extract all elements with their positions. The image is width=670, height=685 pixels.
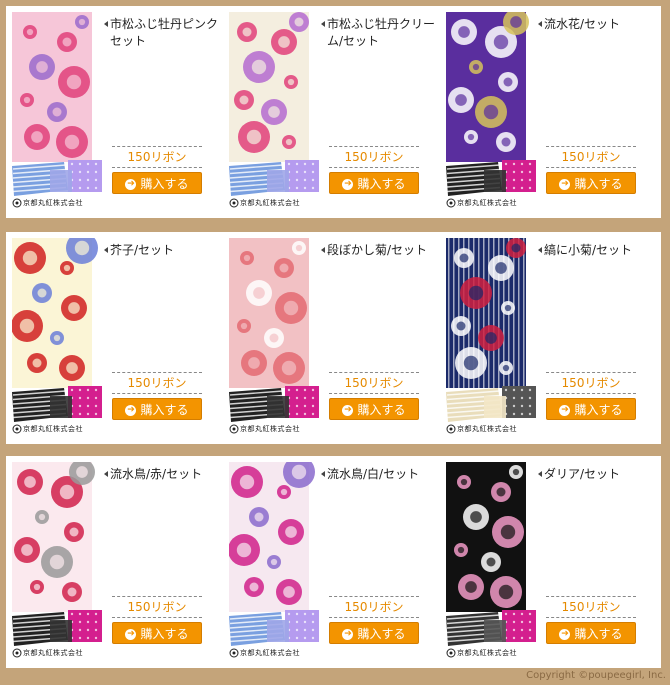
product-title[interactable]: 流水鳥/赤/セット [104, 466, 220, 483]
product-card: 京都丸紅株式会社 市松ふじ牡丹ピンクセット 150リボン ➔ 購入する [6, 6, 222, 218]
product-card: 京都丸紅株式会社 ダリア/セット 150リボン ➔ 購入する [440, 456, 656, 668]
brand-logo: 京都丸紅株式会社 [240, 649, 300, 657]
brand-logo: 京都丸紅株式会社 [240, 199, 300, 207]
buy-button[interactable]: ➔ 購入する [112, 172, 202, 194]
arrow-left-icon [321, 247, 325, 253]
brand-logo: 京都丸紅株式会社 [457, 199, 517, 207]
arrow-left-icon [104, 471, 108, 477]
arrow-right-icon: ➔ [125, 629, 137, 640]
product-title-text: ダリア/セット [544, 467, 621, 481]
product-card: 京都丸紅株式会社 流水鳥/赤/セット 150リボン ➔ 購入する [6, 456, 222, 668]
copyright-text: Copyright ©poupeegirl, Inc. [526, 670, 666, 681]
product-swatch-image[interactable]: 京都丸紅株式会社 [12, 238, 106, 434]
product-title-text: 市松ふじ牡丹クリーム/セット [327, 17, 436, 48]
product-title[interactable]: ダリア/セット [538, 466, 654, 483]
arrow-left-icon [104, 247, 108, 253]
product-swatch-image[interactable]: 京都丸紅株式会社 [229, 12, 323, 208]
arrow-right-icon: ➔ [559, 405, 571, 416]
buy-button[interactable]: ➔ 購入する [546, 172, 636, 194]
arrow-left-icon [321, 21, 325, 27]
product-swatch-image[interactable]: 京都丸紅株式会社 [229, 238, 323, 434]
arrow-right-icon: ➔ [342, 405, 354, 416]
product-title-text: 流水花/セット [544, 17, 621, 31]
product-card: 京都丸紅株式会社 流水花/セット 150リボン ➔ 購入する [440, 6, 656, 218]
product-row: 京都丸紅株式会社 芥子/セット 150リボン ➔ 購入する 京都丸紅株式会社 段ぼかし菊/セ… [6, 232, 661, 444]
product-price: 150リボン [112, 596, 202, 618]
arrow-right-icon: ➔ [559, 629, 571, 640]
buy-button-label: 購入する [357, 627, 406, 641]
product-title[interactable]: 市松ふじ牡丹ピンクセット [104, 16, 220, 50]
buy-button[interactable]: ➔ 購入する [329, 398, 419, 420]
brand-logo: 京都丸紅株式会社 [23, 425, 83, 433]
arrow-left-icon [321, 471, 325, 477]
product-price: 150リボン [546, 596, 636, 618]
product-price: 150リボン [112, 146, 202, 168]
product-row: 京都丸紅株式会社 市松ふじ牡丹ピンクセット 150リボン ➔ 購入する 京都丸紅株式会社市… [6, 6, 661, 218]
product-swatch-image[interactable]: 京都丸紅株式会社 [446, 238, 540, 434]
product-card: 京都丸紅株式会社 流水鳥/白/セット 150リボン ➔ 購入する [223, 456, 439, 668]
buy-button[interactable]: ➔ 購入する [546, 398, 636, 420]
arrow-right-icon: ➔ [125, 405, 137, 416]
product-title[interactable]: 芥子/セット [104, 242, 220, 259]
product-title[interactable]: 流水鳥/白/セット [321, 466, 437, 483]
arrow-left-icon [538, 21, 542, 27]
buy-button-label: 購入する [574, 403, 623, 417]
product-swatch-image[interactable]: 京都丸紅株式会社 [12, 462, 106, 658]
arrow-right-icon: ➔ [342, 179, 354, 190]
buy-button-label: 購入する [357, 177, 406, 191]
product-swatch-image[interactable]: 京都丸紅株式会社 [446, 462, 540, 658]
arrow-left-icon [104, 21, 108, 27]
product-title-text: 芥子/セット [110, 243, 175, 257]
product-title[interactable]: 縞に小菊/セット [538, 242, 654, 259]
product-title[interactable]: 流水花/セット [538, 16, 654, 33]
brand-logo: 京都丸紅株式会社 [23, 649, 83, 657]
product-title-text: 流水鳥/白/セット [327, 467, 420, 481]
product-title-text: 市松ふじ牡丹ピンクセット [110, 17, 219, 48]
buy-button-label: 購入する [140, 177, 189, 191]
product-title[interactable]: 市松ふじ牡丹クリーム/セット [321, 16, 437, 50]
arrow-left-icon [538, 247, 542, 253]
product-title-text: 縞に小菊/セット [544, 243, 633, 257]
product-title-text: 段ぼかし菊/セット [327, 243, 428, 257]
product-title-text: 流水鳥/赤/セット [110, 467, 203, 481]
arrow-right-icon: ➔ [342, 629, 354, 640]
buy-button[interactable]: ➔ 購入する [329, 172, 419, 194]
buy-button-label: 購入する [574, 177, 623, 191]
buy-button[interactable]: ➔ 購入する [112, 622, 202, 644]
product-price: 150リボン [329, 146, 419, 168]
product-price: 150リボン [546, 146, 636, 168]
arrow-left-icon [538, 471, 542, 477]
product-price: 150リボン [329, 596, 419, 618]
buy-button-label: 購入する [140, 403, 189, 417]
product-row: 京都丸紅株式会社 流水鳥/赤/セット 150リボン ➔ 購入する 京都丸紅株式会社 流水鳥/… [6, 456, 661, 668]
buy-button[interactable]: ➔ 購入する [329, 622, 419, 644]
arrow-right-icon: ➔ [125, 179, 137, 190]
brand-logo: 京都丸紅株式会社 [457, 425, 517, 433]
buy-button[interactable]: ➔ 購入する [546, 622, 636, 644]
product-card: 京都丸紅株式会社 縞に小菊/セット 150リボン ➔ 購入する [440, 232, 656, 444]
product-swatch-image[interactable]: 京都丸紅株式会社 [12, 12, 106, 208]
arrow-right-icon: ➔ [559, 179, 571, 190]
buy-button-label: 購入する [140, 627, 189, 641]
buy-button-label: 購入する [357, 403, 406, 417]
buy-button-label: 購入する [574, 627, 623, 641]
product-swatch-image[interactable]: 京都丸紅株式会社 [229, 462, 323, 658]
brand-logo: 京都丸紅株式会社 [23, 199, 83, 207]
product-price: 150リボン [329, 372, 419, 394]
brand-logo: 京都丸紅株式会社 [457, 649, 517, 657]
product-price: 150リボン [112, 372, 202, 394]
product-price: 150リボン [546, 372, 636, 394]
brand-logo: 京都丸紅株式会社 [240, 425, 300, 433]
product-card: 京都丸紅株式会社 段ぼかし菊/セット 150リボン ➔ 購入する [223, 232, 439, 444]
buy-button[interactable]: ➔ 購入する [112, 398, 202, 420]
product-card: 京都丸紅株式会社 芥子/セット 150リボン ➔ 購入する [6, 232, 222, 444]
product-title[interactable]: 段ぼかし菊/セット [321, 242, 437, 259]
product-card: 京都丸紅株式会社 市松ふじ牡丹クリーム/セット 150リボン ➔ 購入する [223, 6, 439, 218]
product-swatch-image[interactable]: 京都丸紅株式会社 [446, 12, 540, 208]
